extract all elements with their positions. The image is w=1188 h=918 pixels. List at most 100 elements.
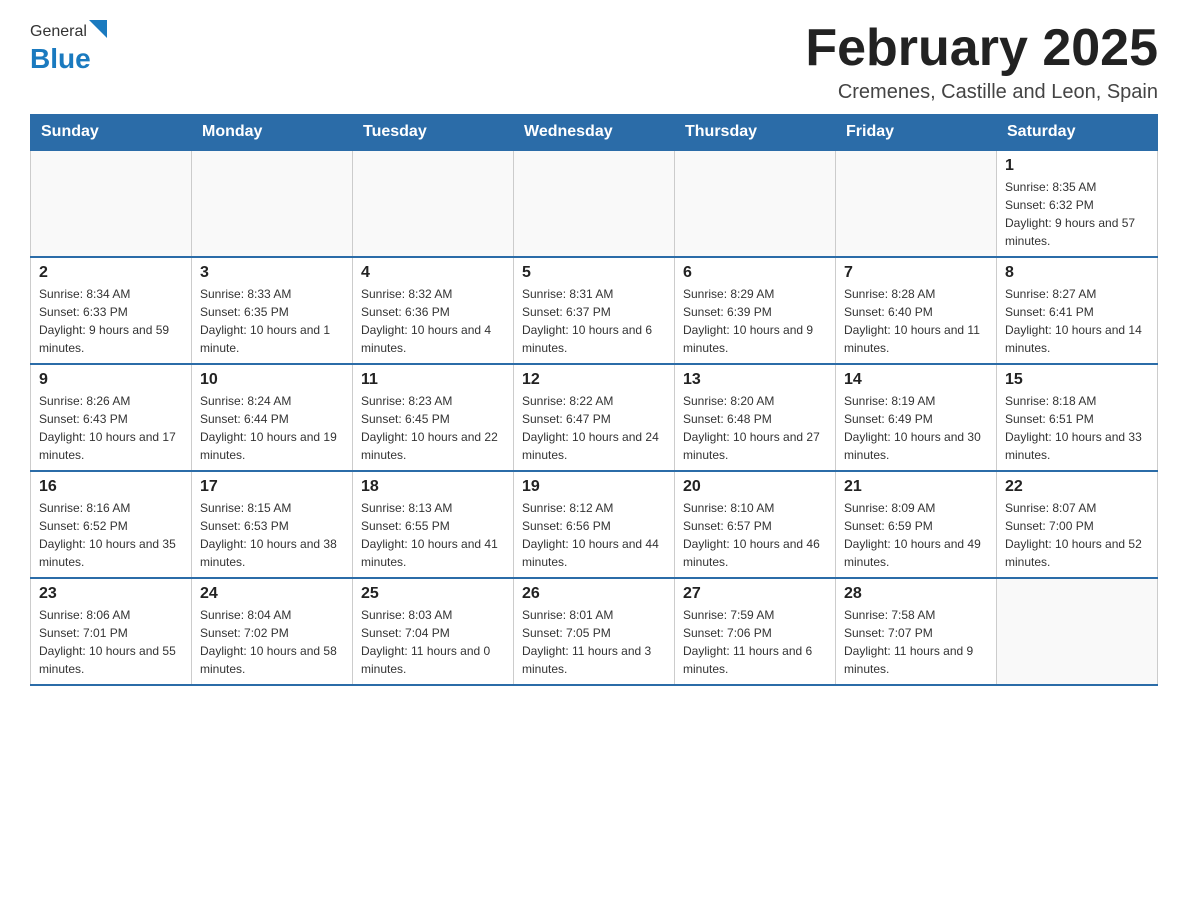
day-number: 11 [361, 371, 505, 389]
day-info: Sunrise: 8:13 AM Sunset: 6:55 PM Dayligh… [361, 499, 505, 571]
calendar-cell: 14 Sunrise: 8:19 AM Sunset: 6:49 PM Dayli… [836, 364, 997, 471]
calendar-cell [997, 578, 1158, 685]
day-number: 7 [844, 264, 988, 282]
day-number: 1 [1005, 157, 1149, 175]
calendar-title: February 2025 [805, 20, 1158, 77]
calendar-cell: 3Sunrise: 8:33 AM Sunset: 6:35 PM Daylig… [192, 257, 353, 364]
calendar-subtitle: Cremenes, Castille and Leon, Spain [805, 81, 1158, 104]
day-info: Sunrise: 8:22 AM Sunset: 6:47 PM Dayligh… [522, 392, 666, 464]
calendar-cell: 6 Sunrise: 8:29 AM Sunset: 6:39 PM Daylig… [675, 257, 836, 364]
logo-arrow-icon [89, 20, 107, 43]
calendar-header-row: SundayMondayTuesdayWednesdayThursdayFrid… [31, 115, 1158, 151]
day-info: Sunrise: 8:29 AM Sunset: 6:39 PM Dayligh… [683, 285, 827, 357]
calendar-cell: 22Sunrise: 8:07 AM Sunset: 7:00 PM Dayli… [997, 471, 1158, 578]
day-number: 10 [200, 371, 344, 389]
day-info: Sunrise: 8:35 AM Sunset: 6:32 PM Dayligh… [1005, 178, 1149, 250]
day-number: 6 [683, 264, 827, 282]
calendar-cell: 12 Sunrise: 8:22 AM Sunset: 6:47 PM Dayli… [514, 364, 675, 471]
day-info: Sunrise: 7:58 AM Sunset: 7:07 PM Dayligh… [844, 606, 988, 678]
day-number: 22 [1005, 478, 1149, 496]
day-number: 13 [683, 371, 827, 389]
calendar-cell: 26 Sunrise: 8:01 AM Sunset: 7:05 PM Dayli… [514, 578, 675, 685]
calendar-cell: 11Sunrise: 8:23 AM Sunset: 6:45 PM Dayli… [353, 364, 514, 471]
day-number: 12 [522, 371, 666, 389]
calendar-cell: 5 Sunrise: 8:31 AM Sunset: 6:37 PM Daylig… [514, 257, 675, 364]
calendar-cell: 9 Sunrise: 8:26 AM Sunset: 6:43 PM Daylig… [31, 364, 192, 471]
calendar-cell [192, 150, 353, 257]
calendar-cell: 7 Sunrise: 8:28 AM Sunset: 6:40 PM Daylig… [836, 257, 997, 364]
day-info: Sunrise: 8:19 AM Sunset: 6:49 PM Dayligh… [844, 392, 988, 464]
day-info: Sunrise: 8:32 AM Sunset: 6:36 PM Dayligh… [361, 285, 505, 357]
day-info: Sunrise: 8:03 AM Sunset: 7:04 PM Dayligh… [361, 606, 505, 678]
calendar-cell: 16Sunrise: 8:16 AM Sunset: 6:52 PM Dayli… [31, 471, 192, 578]
day-number: 17 [200, 478, 344, 496]
day-info: Sunrise: 8:26 AM Sunset: 6:43 PM Dayligh… [39, 392, 183, 464]
logo-general-text: General [30, 23, 87, 41]
calendar-week-row: 16Sunrise: 8:16 AM Sunset: 6:52 PM Dayli… [31, 471, 1158, 578]
day-info: Sunrise: 8:34 AM Sunset: 6:33 PM Dayligh… [39, 285, 183, 357]
day-number: 4 [361, 264, 505, 282]
page-header: General Blue February 2025 Cremenes, Cas… [30, 20, 1158, 104]
day-info: Sunrise: 8:15 AM Sunset: 6:53 PM Dayligh… [200, 499, 344, 571]
day-info: Sunrise: 8:33 AM Sunset: 6:35 PM Dayligh… [200, 285, 344, 357]
day-info: Sunrise: 8:31 AM Sunset: 6:37 PM Dayligh… [522, 285, 666, 357]
calendar-cell: 2 Sunrise: 8:34 AM Sunset: 6:33 PM Daylig… [31, 257, 192, 364]
day-info: Sunrise: 8:06 AM Sunset: 7:01 PM Dayligh… [39, 606, 183, 678]
calendar-cell: 4 Sunrise: 8:32 AM Sunset: 6:36 PM Daylig… [353, 257, 514, 364]
day-info: Sunrise: 8:24 AM Sunset: 6:44 PM Dayligh… [200, 392, 344, 464]
calendar-cell: 1 Sunrise: 8:35 AM Sunset: 6:32 PM Daylig… [997, 150, 1158, 257]
calendar-cell: 10 Sunrise: 8:24 AM Sunset: 6:44 PM Dayli… [192, 364, 353, 471]
day-of-week-header: Wednesday [514, 115, 675, 151]
calendar-week-row: 23 Sunrise: 8:06 AM Sunset: 7:01 PM Dayli… [31, 578, 1158, 685]
calendar-cell [353, 150, 514, 257]
day-info: Sunrise: 8:20 AM Sunset: 6:48 PM Dayligh… [683, 392, 827, 464]
calendar-cell: 15 Sunrise: 8:18 AM Sunset: 6:51 PM Dayli… [997, 364, 1158, 471]
calendar-week-row: 9 Sunrise: 8:26 AM Sunset: 6:43 PM Daylig… [31, 364, 1158, 471]
calendar-cell [31, 150, 192, 257]
day-number: 9 [39, 371, 183, 389]
day-number: 5 [522, 264, 666, 282]
day-number: 21 [844, 478, 988, 496]
calendar-cell: 23 Sunrise: 8:06 AM Sunset: 7:01 PM Dayli… [31, 578, 192, 685]
day-number: 26 [522, 585, 666, 603]
calendar-cell: 28 Sunrise: 7:58 AM Sunset: 7:07 PM Dayli… [836, 578, 997, 685]
day-number: 28 [844, 585, 988, 603]
calendar-cell [675, 150, 836, 257]
day-info: Sunrise: 8:01 AM Sunset: 7:05 PM Dayligh… [522, 606, 666, 678]
day-number: 14 [844, 371, 988, 389]
calendar-cell: 18 Sunrise: 8:13 AM Sunset: 6:55 PM Dayli… [353, 471, 514, 578]
day-info: Sunrise: 8:09 AM Sunset: 6:59 PM Dayligh… [844, 499, 988, 571]
day-of-week-header: Saturday [997, 115, 1158, 151]
day-info: Sunrise: 8:28 AM Sunset: 6:40 PM Dayligh… [844, 285, 988, 357]
day-of-week-header: Thursday [675, 115, 836, 151]
day-info: Sunrise: 8:12 AM Sunset: 6:56 PM Dayligh… [522, 499, 666, 571]
day-info: Sunrise: 8:10 AM Sunset: 6:57 PM Dayligh… [683, 499, 827, 571]
day-number: 15 [1005, 371, 1149, 389]
calendar-cell [514, 150, 675, 257]
calendar-cell: 24 Sunrise: 8:04 AM Sunset: 7:02 PM Dayli… [192, 578, 353, 685]
day-of-week-header: Tuesday [353, 115, 514, 151]
calendar-week-row: 1 Sunrise: 8:35 AM Sunset: 6:32 PM Daylig… [31, 150, 1158, 257]
day-number: 23 [39, 585, 183, 603]
day-of-week-header: Sunday [31, 115, 192, 151]
day-of-week-header: Friday [836, 115, 997, 151]
day-number: 25 [361, 585, 505, 603]
calendar-cell: 19Sunrise: 8:12 AM Sunset: 6:56 PM Dayli… [514, 471, 675, 578]
title-block: February 2025 Cremenes, Castille and Leo… [805, 20, 1158, 104]
day-number: 24 [200, 585, 344, 603]
day-number: 2 [39, 264, 183, 282]
calendar-cell: 13 Sunrise: 8:20 AM Sunset: 6:48 PM Dayli… [675, 364, 836, 471]
day-info: Sunrise: 7:59 AM Sunset: 7:06 PM Dayligh… [683, 606, 827, 678]
calendar-cell [836, 150, 997, 257]
day-number: 27 [683, 585, 827, 603]
calendar-week-row: 2 Sunrise: 8:34 AM Sunset: 6:33 PM Daylig… [31, 257, 1158, 364]
logo: General Blue [30, 20, 107, 75]
calendar-cell: 17 Sunrise: 8:15 AM Sunset: 6:53 PM Dayli… [192, 471, 353, 578]
day-info: Sunrise: 8:04 AM Sunset: 7:02 PM Dayligh… [200, 606, 344, 678]
day-info: Sunrise: 8:16 AM Sunset: 6:52 PM Dayligh… [39, 499, 183, 571]
day-info: Sunrise: 8:18 AM Sunset: 6:51 PM Dayligh… [1005, 392, 1149, 464]
day-info: Sunrise: 8:27 AM Sunset: 6:41 PM Dayligh… [1005, 285, 1149, 357]
calendar-cell: 27 Sunrise: 7:59 AM Sunset: 7:06 PM Dayli… [675, 578, 836, 685]
logo-blue-text: Blue [30, 43, 91, 75]
day-number: 18 [361, 478, 505, 496]
